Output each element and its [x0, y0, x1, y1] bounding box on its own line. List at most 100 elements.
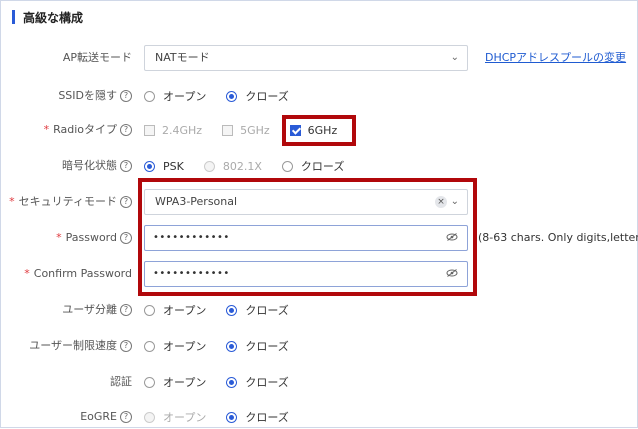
radio-type-label-text: Radioタイプ: [53, 123, 117, 136]
radio-6g-label[interactable]: 6GHz: [308, 124, 338, 137]
auth-row: 認証 オープン クローズ: [0, 370, 638, 394]
ssid-hide-close-label[interactable]: クローズ: [245, 88, 288, 104]
help-circle-icon[interactable]: ?: [120, 411, 132, 423]
ap-forward-label: AP転送モード: [63, 46, 132, 70]
eogre-open-label[interactable]: オープン: [163, 409, 206, 425]
user-rate-open-label[interactable]: オープン: [163, 338, 206, 354]
radio-type-label: * Radioタイプ?: [44, 118, 132, 142]
chevron-down-icon: ⌄: [450, 52, 459, 63]
confirm-password-label-text: Confirm Password: [33, 267, 132, 280]
security-mode-row: * セキュリティモード? WPA3-Personal × ⌄: [0, 189, 638, 215]
ap-forward-select[interactable]: NATモード ⌄: [144, 45, 468, 71]
radio-6g-checkbox[interactable]: [289, 124, 301, 136]
ap-forward-row: AP転送モード NATモード ⌄ DHCPアドレスプールの変更: [0, 45, 638, 71]
radio-2g-label[interactable]: 2.4GHz: [162, 124, 202, 137]
password-input[interactable]: ••••••••••••: [144, 225, 468, 251]
password-label-text: Password: [65, 231, 117, 244]
ap-forward-value: NATモード: [155, 51, 210, 64]
radio-2g-checkbox[interactable]: [144, 124, 155, 136]
ap-forward-label-text: AP転送モード: [62, 51, 132, 64]
auth-radios: オープン クローズ: [144, 370, 309, 394]
ssid-hide-label: SSIDを隠す?: [58, 84, 132, 108]
security-mode-label: * セキュリティモード?: [9, 190, 132, 214]
confirm-password-value: ••••••••••••: [153, 268, 230, 279]
eogre-close-radio[interactable]: [226, 411, 238, 423]
password-row: * Password? •••••••••••• (8-63 chars. Onl…: [0, 225, 638, 251]
ssid-hide-radios: オープン クローズ: [144, 84, 309, 108]
encryption-label-text: 暗号化状態: [62, 159, 117, 172]
confirm-password-label: * Confirm Password: [24, 262, 132, 286]
ssid-hide-row: SSIDを隠す? オープン クローズ: [0, 84, 638, 108]
user-rate-radios: オープン クローズ: [144, 334, 309, 358]
user-rate-row: ユーザー制限速度? オープン クローズ: [0, 334, 638, 358]
eogre-open-radio[interactable]: [144, 411, 155, 423]
password-hint: (8-63 chars. Only digits,letters a: [478, 231, 638, 244]
encryption-psk-radio[interactable]: [144, 160, 155, 172]
auth-close-radio[interactable]: [226, 376, 238, 388]
eogre-row: EoGRE? オープン クローズ: [0, 405, 638, 429]
auth-label-text: 認証: [110, 375, 132, 388]
security-mode-value: WPA3-Personal: [155, 195, 238, 208]
help-circle-icon[interactable]: ?: [120, 340, 132, 352]
password-label: * Password?: [56, 226, 132, 250]
user-isolation-label: ユーザ分離?: [62, 298, 132, 322]
help-circle-icon[interactable]: ?: [120, 90, 132, 102]
eogre-label: EoGRE?: [80, 405, 132, 429]
encryption-8021x-label[interactable]: 802.1X: [223, 160, 262, 173]
required-marker: *: [9, 195, 15, 208]
ssid-hide-open-label[interactable]: オープン: [163, 88, 206, 104]
ssid-hide-close-radio[interactable]: [226, 90, 238, 102]
section-header: 高級な構成: [12, 9, 83, 25]
user-rate-close-radio[interactable]: [226, 340, 238, 352]
confirm-password-row: * Confirm Password ••••••••••••: [0, 261, 638, 287]
security-mode-select[interactable]: WPA3-Personal × ⌄: [144, 189, 468, 215]
radio-5g-label[interactable]: 5GHz: [240, 124, 270, 137]
radio-type-checkboxes: 2.4GHz 5GHz 6GHz: [144, 118, 357, 142]
encryption-close-radio[interactable]: [281, 160, 293, 172]
user-isolation-close-label[interactable]: クローズ: [245, 302, 288, 318]
section-accent-bar: [12, 10, 15, 24]
required-marker: *: [56, 231, 62, 244]
help-circle-icon[interactable]: ?: [120, 196, 132, 208]
user-isolation-row: ユーザ分離? オープン クローズ: [0, 298, 638, 322]
security-mode-label-text: セキュリティモード: [18, 195, 117, 208]
section-title: 高級な構成: [23, 10, 84, 25]
encryption-label: 暗号化状態?: [62, 154, 132, 178]
chevron-down-icon: ⌄: [450, 196, 459, 207]
encryption-psk-label[interactable]: PSK: [163, 160, 184, 173]
confirm-password-input[interactable]: ••••••••••••: [144, 261, 468, 287]
auth-open-radio[interactable]: [144, 376, 155, 388]
encryption-8021x-radio[interactable]: [203, 160, 215, 172]
user-rate-label: ユーザー制限速度?: [29, 334, 132, 358]
user-isolation-radios: オープン クローズ: [144, 298, 309, 322]
help-circle-icon[interactable]: ?: [120, 304, 132, 316]
clear-icon[interactable]: ×: [435, 196, 447, 208]
eogre-label-text: EoGRE: [80, 410, 117, 423]
auth-open-label[interactable]: オープン: [163, 374, 206, 390]
dhcp-pool-link[interactable]: DHCPアドレスプールの変更: [485, 46, 626, 70]
auth-close-label[interactable]: クローズ: [245, 374, 288, 390]
eogre-close-label[interactable]: クローズ: [245, 409, 288, 425]
ssid-hide-open-radio[interactable]: [144, 90, 155, 102]
user-rate-label-text: ユーザー制限速度: [29, 339, 117, 352]
user-rate-open-radio[interactable]: [144, 340, 155, 352]
help-circle-icon[interactable]: ?: [120, 232, 132, 244]
user-isolation-open-label[interactable]: オープン: [163, 302, 206, 318]
help-circle-icon[interactable]: ?: [120, 124, 132, 136]
encryption-radios: PSK 802.1X クローズ: [144, 154, 364, 178]
user-isolation-close-radio[interactable]: [226, 304, 238, 316]
required-marker: *: [24, 267, 30, 280]
user-rate-close-label[interactable]: クローズ: [245, 338, 288, 354]
eye-slash-icon[interactable]: [446, 233, 458, 241]
auth-label: 認証: [110, 370, 132, 394]
help-circle-icon[interactable]: ?: [120, 160, 132, 172]
required-marker: *: [43, 123, 50, 136]
eye-slash-icon[interactable]: [446, 269, 458, 277]
user-isolation-open-radio[interactable]: [144, 304, 155, 316]
encryption-close-label[interactable]: クローズ: [301, 158, 344, 174]
encryption-row: 暗号化状態? PSK 802.1X クローズ: [0, 154, 638, 178]
eogre-radios: オープン クローズ: [144, 405, 309, 429]
password-value: ••••••••••••: [153, 232, 230, 243]
radio-5g-checkbox[interactable]: [222, 124, 234, 136]
user-isolation-label-text: ユーザ分離: [62, 303, 117, 316]
